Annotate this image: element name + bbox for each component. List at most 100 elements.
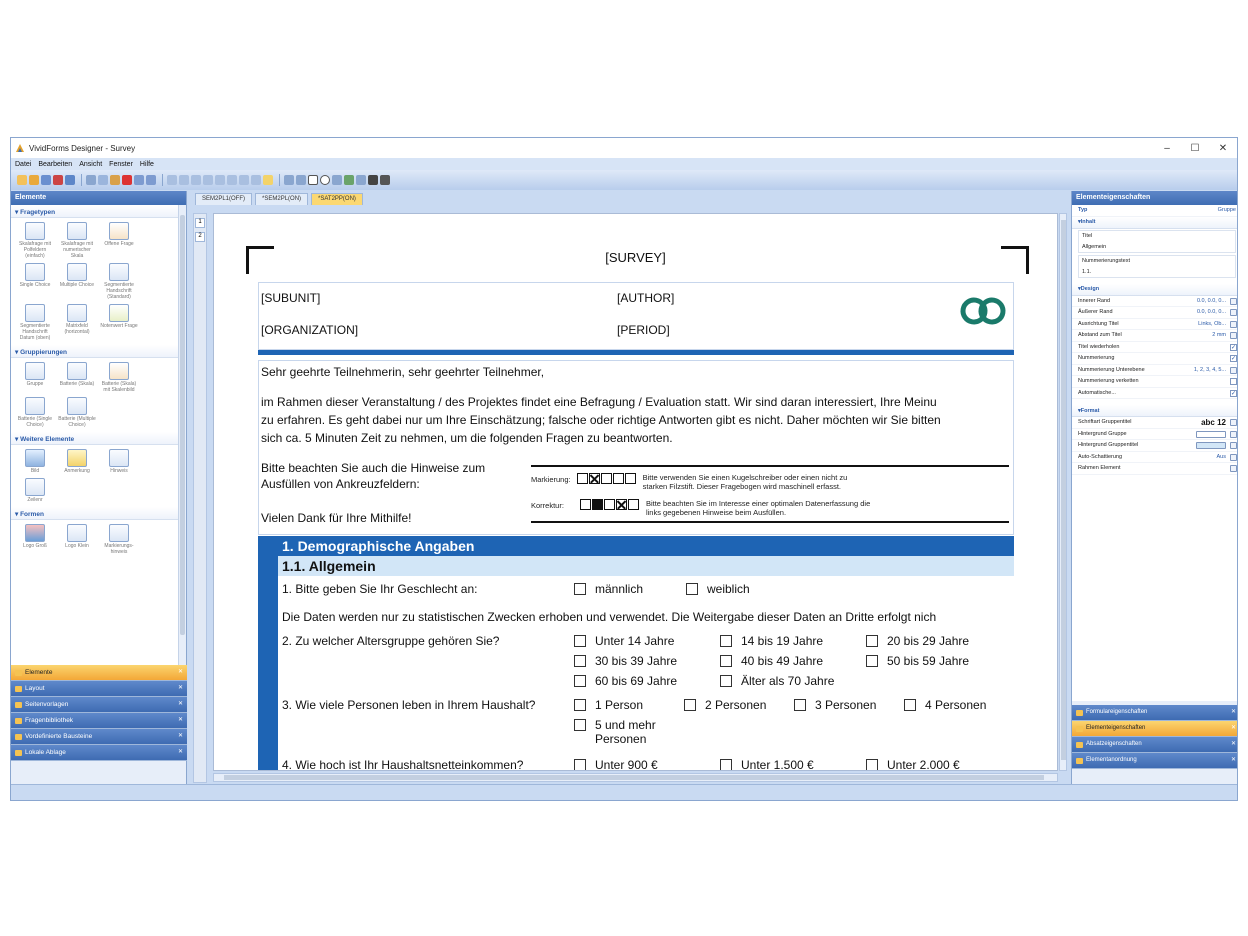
tab-layout[interactable]: Layout ✕ [11, 681, 187, 697]
align-right-icon[interactable] [191, 175, 201, 185]
ellipse-icon[interactable] [320, 175, 330, 185]
copy-icon[interactable] [98, 175, 108, 185]
distribute-icon[interactable] [203, 175, 213, 185]
elements-scrollbar[interactable] [178, 205, 186, 665]
table-icon[interactable] [356, 175, 366, 185]
option-checkbox[interactable]: männlich [574, 582, 643, 596]
close-icon[interactable]: ✕ [178, 732, 183, 739]
menu-bearbeiten[interactable]: Bearbeiten [38, 161, 72, 168]
element-item[interactable]: Batterie (Multiple Choice) [57, 395, 97, 428]
option-checkbox[interactable]: Älter als 70 Jahre [720, 674, 834, 688]
property-title-spacing[interactable]: Abstand zum Titel 2 mm [1072, 330, 1237, 342]
layers-icon[interactable] [251, 175, 261, 185]
element-item[interactable]: Batterie (Skala) [57, 360, 97, 393]
category-format[interactable]: ▾ Format [1072, 405, 1237, 417]
question-1[interactable]: 1. Bitte geben Sie Ihr Geschlecht an: [282, 582, 477, 596]
group-weitere-elemente[interactable]: ▾ Weitere Elemente [11, 432, 179, 445]
close-icon[interactable]: ✕ [1231, 708, 1236, 715]
option-checkbox[interactable]: 14 bis 19 Jahre [720, 634, 823, 648]
close-icon[interactable]: ✕ [1231, 724, 1236, 731]
tab-lokale-ablage[interactable]: Lokale Ablage ✕ [11, 745, 187, 761]
element-item[interactable]: Notenwert Frage [99, 302, 139, 341]
text-icon[interactable] [296, 175, 306, 185]
align-center-icon[interactable] [179, 175, 189, 185]
element-item[interactable]: Single Choice [15, 261, 55, 300]
tab-elemente[interactable]: Elemente ✕ [11, 665, 187, 681]
close-icon[interactable]: ✕ [178, 716, 183, 723]
property-repeat-title[interactable]: Titel wiederholen ✓ [1072, 342, 1237, 353]
tab-formulareigenschaften[interactable]: Formulareigenschaften ✕ [1072, 705, 1237, 721]
option-checkbox[interactable]: 40 bis 49 Jahre [720, 654, 823, 668]
option-checkbox[interactable]: 3 Personen [794, 698, 876, 712]
tab-elementeigenschaften[interactable]: Elementeigenschaften ✕ [1072, 721, 1237, 737]
question-3[interactable]: 3. Wie viele Personen leben in Ihrem Hau… [282, 698, 535, 712]
element-item[interactable]: Gruppe [15, 360, 55, 393]
option-checkbox[interactable]: 4 Personen [904, 698, 986, 712]
barcode-icon[interactable] [368, 175, 378, 185]
element-item[interactable]: Logo Groß [15, 522, 55, 555]
subsection-title[interactable]: 1.1. Allgemein [278, 556, 1014, 576]
close-icon[interactable]: ✕ [1231, 740, 1236, 747]
save-icon[interactable] [41, 175, 51, 185]
property-element-border[interactable]: Rahmen Element [1072, 463, 1237, 475]
property-inner-margin[interactable]: Innerer Rand 0.0, 0.0, 0... [1072, 296, 1237, 307]
option-checkbox[interactable]: 60 bis 69 Jahre [574, 674, 677, 688]
help-icon[interactable] [65, 175, 75, 185]
option-checkbox[interactable]: 30 bis 39 Jahre [574, 654, 677, 668]
page-thumb[interactable]: 2 [195, 232, 205, 242]
property-title-alignment[interactable]: Ausrichtung Titel Links, Ob... [1072, 319, 1237, 330]
category-inhalt[interactable]: ▾ Inhalt [1072, 216, 1237, 229]
close-button[interactable]: ✕ [1209, 143, 1237, 154]
group-fragetypen[interactable]: ▾ Fragetypen [11, 205, 179, 218]
option-checkbox[interactable]: Unter 900 € [574, 758, 658, 770]
menu-datei[interactable]: Datei [15, 161, 31, 168]
close-icon[interactable]: ✕ [178, 684, 183, 691]
tab-fragenbibliothek[interactable]: Fragenbibliothek ✕ [11, 713, 187, 729]
element-item[interactable]: Skalafrage mit Polfeldern (einfach) [15, 220, 55, 259]
property-auto-shading[interactable]: Auto-Schattierung Aus [1072, 452, 1237, 463]
element-item[interactable]: Batterie (Single Choice) [15, 395, 55, 428]
titel-field[interactable]: Titel Allgemein [1078, 229, 1236, 253]
property-numbering[interactable]: Nummerierung ✓ [1072, 353, 1237, 365]
zoom-icon[interactable] [239, 175, 249, 185]
cut-icon[interactable] [86, 175, 96, 185]
option-checkbox[interactable]: 5 und mehr Personen [574, 718, 674, 746]
question-2[interactable]: 2. Zu welcher Altersgruppe gehören Sie? [282, 634, 499, 648]
element-item[interactable]: Batterie (Skala) mit Skalenbild [99, 360, 139, 393]
option-checkbox[interactable]: Unter 2.000 € [866, 758, 960, 770]
element-item[interactable]: Segmentierte Handschrift Datum (oben) [15, 302, 55, 341]
property-sublevel-numbering[interactable]: Nummerierung Unterebene 1, 2, 3, 4, 5... [1072, 365, 1237, 376]
section-demographics[interactable]: 1. Demographische Angaben 1.1. Allgemein… [258, 536, 1014, 770]
group-formen[interactable]: ▾ Formen [11, 507, 179, 520]
element-item[interactable]: Matrixfeld (horizontal) [57, 302, 97, 341]
line-icon[interactable] [284, 175, 294, 185]
grid-icon[interactable] [227, 175, 237, 185]
paste-icon[interactable] [110, 175, 120, 185]
header-box[interactable]: [SUBUNIT] [AUTHOR] [ORGANIZATION] [PERIO… [258, 282, 1014, 350]
numbering-text-field[interactable]: Nummerierungstext 1.1. [1078, 254, 1236, 278]
element-item[interactable]: Hinweis [99, 447, 139, 474]
size-icon[interactable] [215, 175, 225, 185]
doc-tab-active[interactable]: *SAT2PP(ON) [311, 193, 363, 205]
element-item[interactable]: Logo Klein [57, 522, 97, 555]
doc-tab[interactable]: SEM2PL1(OFF) [195, 193, 253, 205]
question-4[interactable]: 4. Wie hoch ist Ihr Haushaltsnetteinkomm… [282, 758, 523, 770]
option-checkbox[interactable]: Unter 14 Jahre [574, 634, 674, 648]
image-icon[interactable] [344, 175, 354, 185]
element-item[interactable]: Multiple Choice [57, 261, 97, 300]
property-group-background[interactable]: Hintergrund Gruppe [1072, 429, 1237, 440]
element-item[interactable]: Segmentierte Handschrift (Standard) [99, 261, 139, 300]
property-outer-margin[interactable]: Äußerer Rand 0.0, 0.0, 0... [1072, 307, 1237, 319]
highlight-icon[interactable] [263, 175, 273, 185]
redo-icon[interactable] [146, 175, 156, 185]
page-thumb[interactable]: 1 [195, 218, 205, 228]
element-item[interactable]: Markierungs-hinweis [99, 522, 139, 555]
property-group-title-font[interactable]: Schriftart Gruppentitel abc 12 [1072, 417, 1237, 429]
tab-seitenvorlagen[interactable]: Seitenvorlagen ✕ [11, 697, 187, 713]
property-chain-numbering[interactable]: Nummerierung verketten [1072, 376, 1237, 388]
option-checkbox[interactable]: 50 bis 59 Jahre [866, 654, 969, 668]
new-icon[interactable] [17, 175, 27, 185]
section-title[interactable]: 1. Demographische Angaben [278, 536, 1014, 556]
tab-elementanordnung[interactable]: Elementanordnung ✕ [1072, 753, 1237, 769]
maximize-button[interactable]: ☐ [1181, 143, 1209, 154]
